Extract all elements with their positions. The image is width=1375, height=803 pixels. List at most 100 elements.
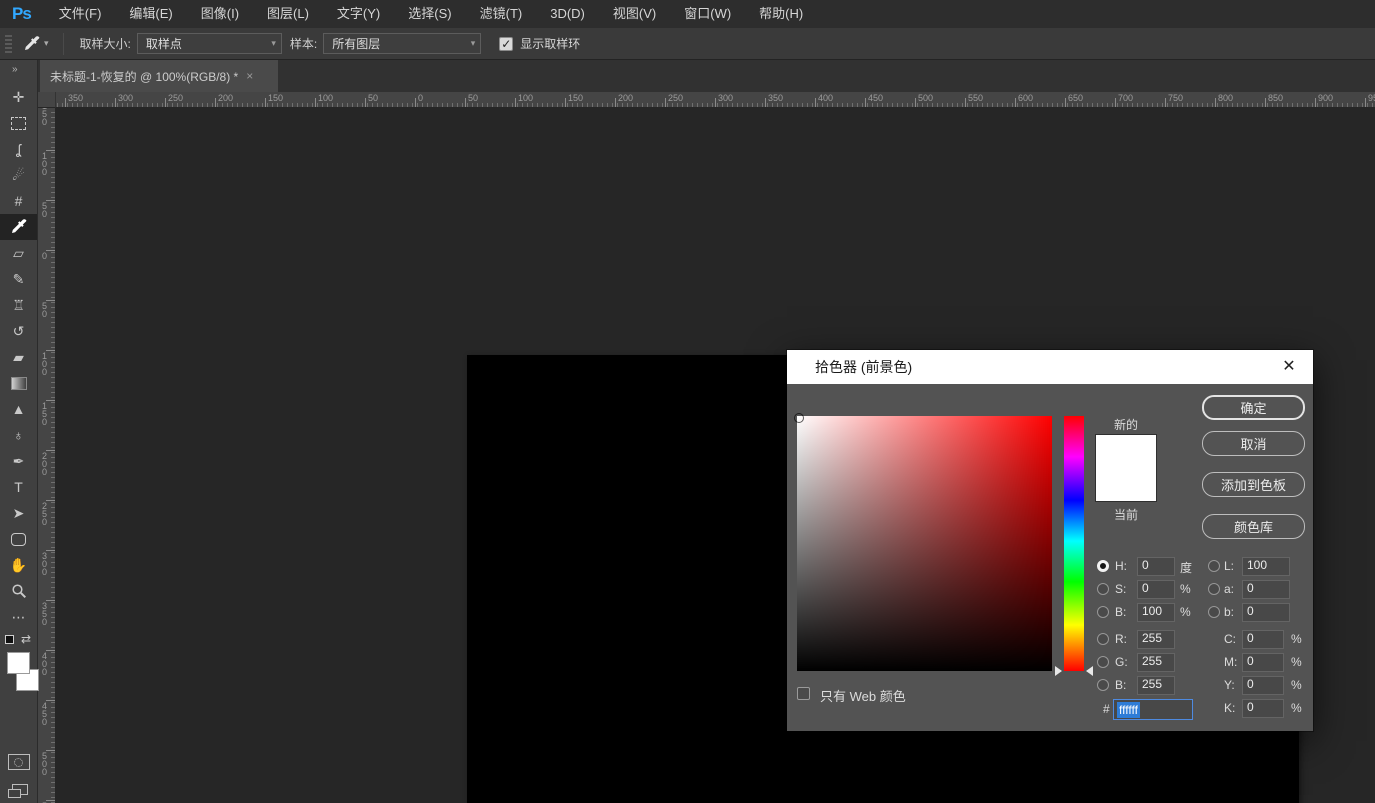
- type-tool[interactable]: T: [0, 474, 37, 500]
- eyedropper-tool[interactable]: [0, 214, 37, 240]
- field-a-input[interactable]: 0: [1242, 580, 1290, 599]
- ruler-label: 350: [768, 93, 783, 103]
- clone-stamp-tool[interactable]: ♖: [0, 292, 37, 318]
- blur-tool[interactable]: ▲: [0, 396, 37, 422]
- history-brush-tool[interactable]: ↺: [0, 318, 37, 344]
- quick-mask-button[interactable]: [8, 754, 30, 770]
- field-l-input[interactable]: 100: [1242, 557, 1290, 576]
- horizontal-ruler[interactable]: 3503002502001501005005010015020025030035…: [38, 92, 1375, 108]
- field-lab-b-radio[interactable]: [1208, 606, 1220, 618]
- eyedropper-tool-preset[interactable]: ▾: [24, 36, 49, 52]
- dialog-title-bar[interactable]: 拾色器 (前景色) ✕: [787, 350, 1313, 384]
- menu-file[interactable]: 文件(F): [45, 0, 116, 28]
- ruler-label: 1 0 0: [42, 352, 47, 376]
- color-libraries-button[interactable]: 颜色库: [1202, 514, 1305, 539]
- menu-layer[interactable]: 图层(L): [253, 0, 323, 28]
- rectangular-marquee-tool[interactable]: [0, 110, 37, 136]
- field-y-label: Y:: [1224, 678, 1235, 692]
- field-k-label: K:: [1224, 701, 1235, 715]
- hand-tool[interactable]: ✋: [0, 552, 37, 578]
- menu-view[interactable]: 视图(V): [599, 0, 670, 28]
- ruler-label: 400: [818, 93, 833, 103]
- dialog-close-icon[interactable]: ✕: [1279, 357, 1299, 377]
- lasso-tool[interactable]: ʆ: [0, 136, 37, 162]
- field-a-radio[interactable]: [1208, 583, 1220, 595]
- swap-colors-icon[interactable]: ⇄: [21, 632, 31, 646]
- menu-filter[interactable]: 滤镜(T): [466, 0, 537, 28]
- eraser-tool[interactable]: ▰: [0, 344, 37, 370]
- ruler-label: 300: [718, 93, 733, 103]
- field-k-input[interactable]: 0: [1242, 699, 1284, 718]
- sample-value: 所有图层: [332, 35, 380, 52]
- menu-image[interactable]: 图像(I): [187, 0, 253, 28]
- foreground-color-swatch[interactable]: [7, 652, 30, 674]
- move-tool[interactable]: ✛: [0, 84, 37, 110]
- tab-close-icon[interactable]: ×: [246, 69, 253, 83]
- field-c-label: C:: [1224, 632, 1236, 646]
- ruler-label: 0: [418, 93, 423, 103]
- web-colors-only-checkbox[interactable]: [797, 687, 810, 700]
- web-colors-only-label: 只有 Web 颜色: [820, 686, 906, 705]
- ruler-origin-box[interactable]: [38, 92, 56, 108]
- zoom-tool[interactable]: [0, 578, 37, 604]
- gradient-tool[interactable]: [0, 370, 37, 396]
- quick-selection-tool[interactable]: ☄: [0, 162, 37, 188]
- field-l-label: L:: [1224, 559, 1234, 573]
- ruler-label: 3 5 0: [42, 602, 47, 626]
- default-colors-icon[interactable]: [5, 635, 14, 644]
- menu-3d[interactable]: 3D(D): [536, 0, 599, 28]
- quick-mask-icon: [14, 758, 23, 767]
- new-color-label: 新的: [1095, 416, 1157, 433]
- field-lab-b-input[interactable]: 0: [1242, 603, 1290, 622]
- field-c-input[interactable]: 0: [1242, 630, 1284, 649]
- hex-input[interactable]: ffffff: [1113, 699, 1193, 720]
- field-lab-b-label: b:: [1224, 605, 1234, 619]
- sample-size-dropdown[interactable]: 取样点 ▾: [137, 33, 282, 54]
- ruler-label: 300: [118, 93, 133, 103]
- document-tab[interactable]: 未标题-1-恢复的 @ 100%(RGB/8) * ×: [40, 60, 278, 92]
- screen-mode-button[interactable]: [8, 784, 30, 800]
- options-bar-grip[interactable]: [5, 35, 12, 53]
- color-picker-dialog: 拾色器 (前景色) ✕ 新的 当前 确定 取消 添加到色板 颜色库 H:0度S:…: [787, 350, 1313, 731]
- ruler-label: 850: [1268, 93, 1283, 103]
- toolbar-collapse-button[interactable]: »: [0, 60, 37, 84]
- sample-dropdown[interactable]: 所有图层 ▾: [323, 33, 481, 54]
- ruler-label: 50: [468, 93, 478, 103]
- ruler-label: 700: [1118, 93, 1133, 103]
- field-m-input[interactable]: 0: [1242, 653, 1284, 672]
- menu-select[interactable]: 选择(S): [394, 0, 465, 28]
- sample-size-label: 取样大小:: [80, 35, 131, 52]
- ruler-label: 5 0: [42, 202, 47, 218]
- field-a: a:0: [787, 580, 1313, 599]
- ruler-label: 1 0 0: [42, 152, 47, 176]
- ruler-label: 2 0 0: [42, 452, 47, 476]
- color-field-cursor[interactable]: [794, 413, 804, 423]
- dodge-tool[interactable]: ♁: [0, 422, 37, 448]
- dialog-title: 拾色器 (前景色): [815, 357, 912, 377]
- spot-healing-brush-tool[interactable]: ▱: [0, 240, 37, 266]
- cancel-button[interactable]: 取消: [1202, 431, 1305, 456]
- menu-help[interactable]: 帮助(H): [745, 0, 817, 28]
- show-sampling-ring-checkbox[interactable]: ✓: [499, 37, 513, 51]
- eyedropper-icon: [24, 36, 40, 52]
- sample-label: 样本:: [290, 35, 317, 52]
- shape-tool[interactable]: [0, 526, 37, 552]
- ok-button[interactable]: 确定: [1202, 395, 1305, 420]
- edit-toolbar-button[interactable]: ⋯: [0, 604, 37, 630]
- field-l-radio[interactable]: [1208, 560, 1220, 572]
- ruler-label: 350: [68, 93, 83, 103]
- add-to-swatches-button[interactable]: 添加到色板: [1202, 472, 1305, 497]
- ruler-label: 650: [1068, 93, 1083, 103]
- brush-tool[interactable]: ✎: [0, 266, 37, 292]
- crop-tool[interactable]: #: [0, 188, 37, 214]
- field-m-unit: %: [1291, 655, 1302, 669]
- menu-bar-items: 文件(F)编辑(E)图像(I)图层(L)文字(Y)选择(S)滤镜(T)3D(D)…: [45, 0, 817, 28]
- menu-edit[interactable]: 编辑(E): [115, 0, 186, 28]
- menu-window[interactable]: 窗口(W): [670, 0, 745, 28]
- path-selection-tool[interactable]: ➤: [0, 500, 37, 526]
- menu-type[interactable]: 文字(Y): [323, 0, 394, 28]
- pen-tool[interactable]: ✒: [0, 448, 37, 474]
- field-y-input[interactable]: 0: [1242, 676, 1284, 695]
- vertical-ruler[interactable]: 1 5 01 0 05 005 01 0 01 5 02 0 02 5 03 0…: [38, 108, 56, 803]
- ruler-label: 800: [1218, 93, 1233, 103]
